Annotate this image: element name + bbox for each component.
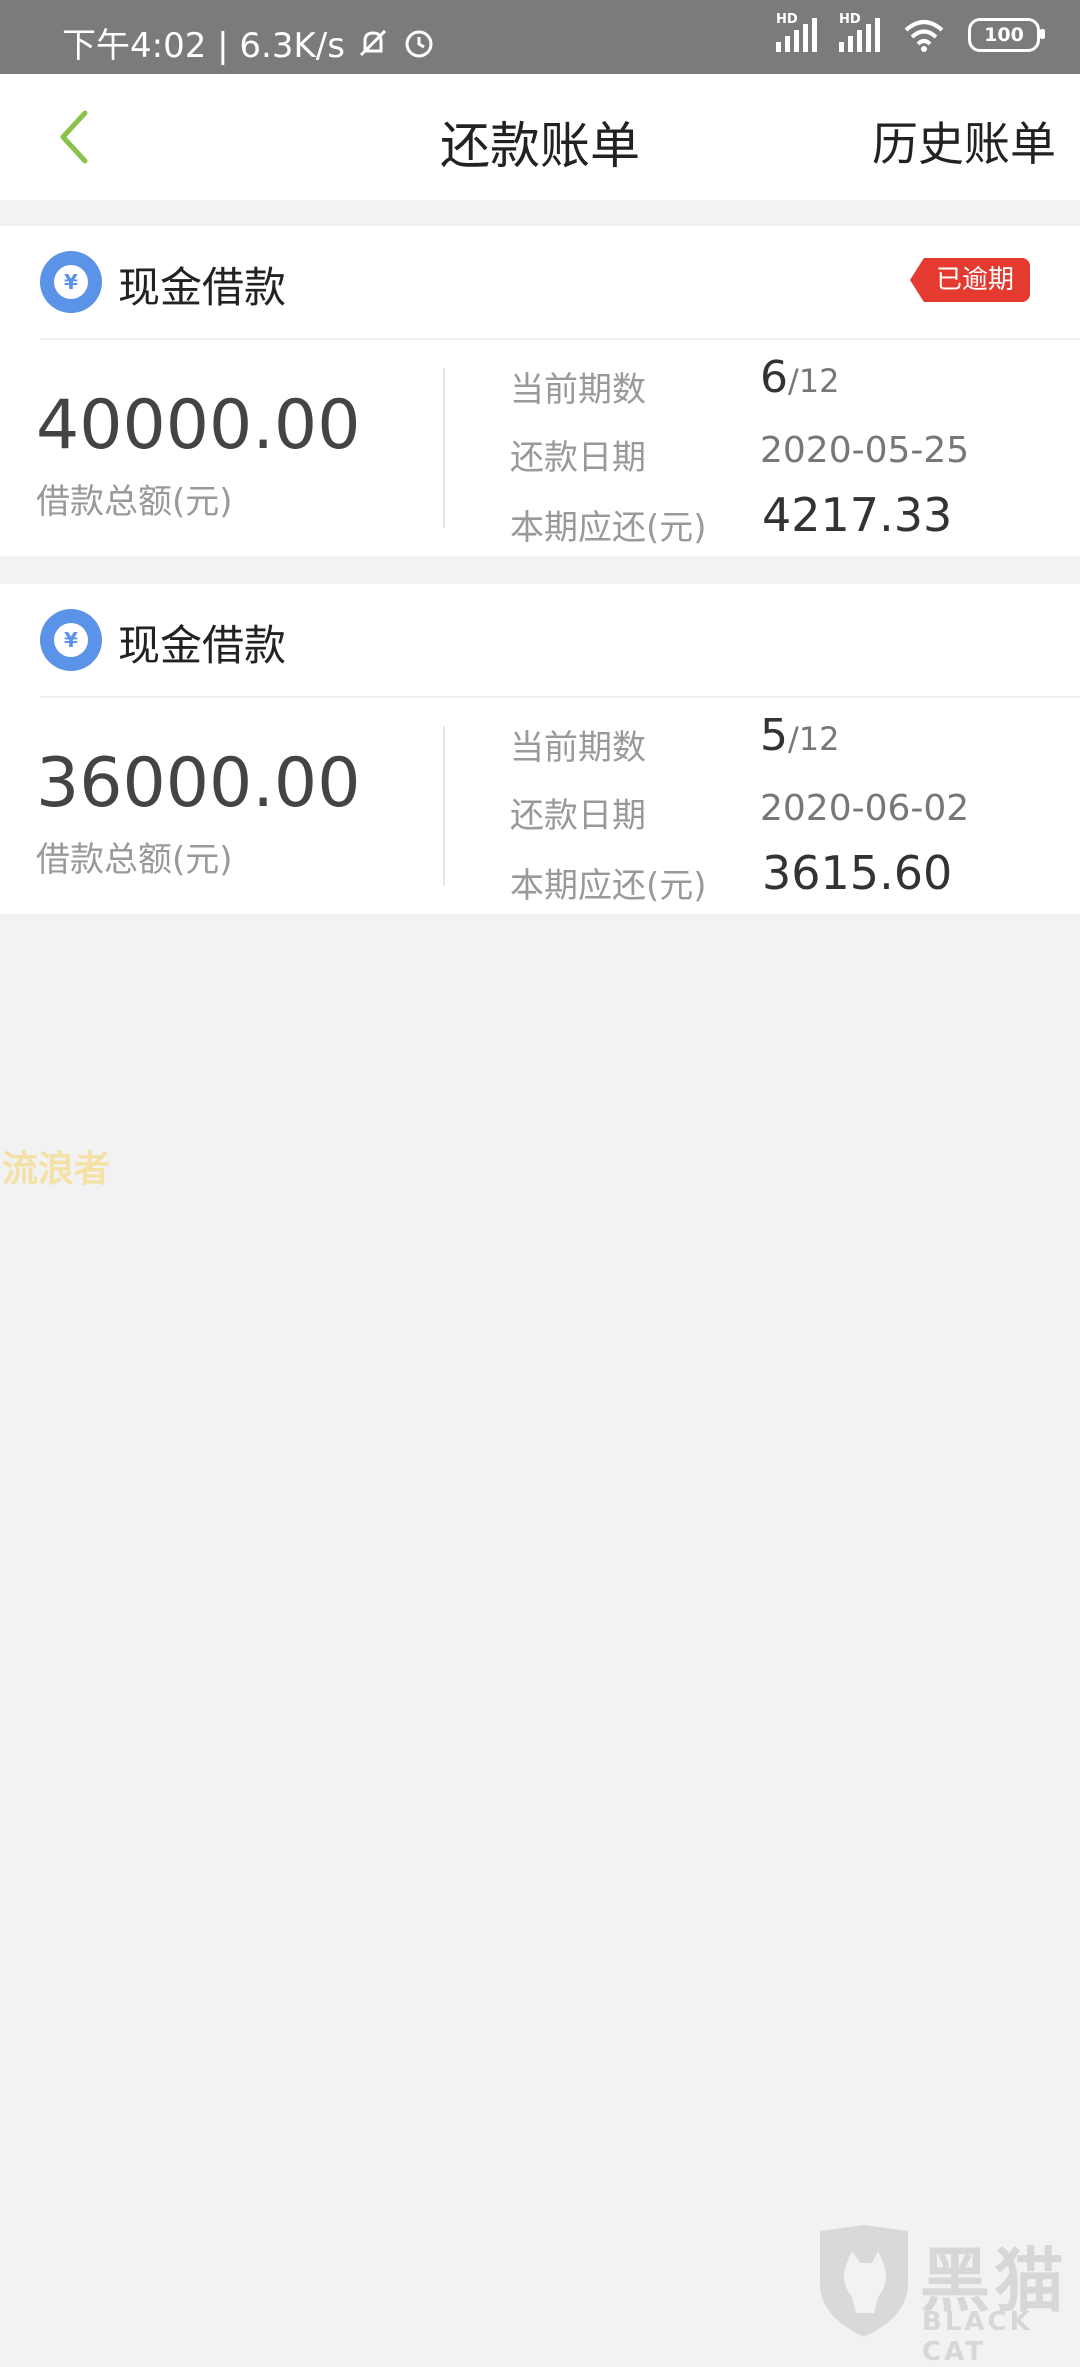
loan-amount: 40000.00	[36, 386, 361, 465]
period-label: 当前期数	[510, 728, 646, 768]
period-value: 6/12	[760, 352, 840, 403]
due-label: 本期应还(元)	[510, 866, 707, 906]
date-value: 2020-05-25	[760, 430, 970, 471]
loan-card-header: ¥ 现金借款 已逾期	[0, 226, 1080, 336]
loan-name: 现金借款	[118, 621, 287, 670]
date-label: 还款日期	[510, 796, 646, 836]
signal-2-icon: HD	[839, 12, 880, 52]
vertical-divider	[443, 368, 445, 528]
period-label: 当前期数	[510, 370, 646, 410]
period-total: /12	[788, 720, 840, 758]
card-divider	[40, 696, 1080, 698]
card-divider	[40, 338, 1080, 340]
logo-en-text: BLACK CAT	[922, 2307, 1033, 2367]
watermark-text: 流浪者	[2, 1149, 111, 1190]
loan-card[interactable]: ¥ 现金借款 36000.00 借款总额(元) 当前期数 5/12 还款日期 2…	[0, 584, 1080, 914]
loan-amount-label: 借款总额(元)	[36, 840, 233, 880]
due-label: 本期应还(元)	[510, 508, 707, 548]
period-total: /12	[788, 362, 840, 400]
loan-card-header: ¥ 现金借款	[0, 584, 1080, 694]
bell-muted-icon	[359, 29, 387, 56]
loan-card[interactable]: ¥ 现金借款 已逾期 40000.00 借款总额(元) 当前期数 6/12 还款…	[0, 226, 1080, 556]
wifi-icon	[904, 20, 944, 52]
due-value: 4217.33	[762, 488, 953, 542]
black-cat-logo: 黑猫 BLACK CAT	[810, 2225, 1080, 2367]
cat-shield-icon	[820, 2225, 908, 2337]
vertical-divider	[443, 726, 445, 886]
alarm-icon	[405, 30, 433, 57]
period-current: 5	[760, 710, 788, 761]
status-left: 下午4:02 | 6.3K/s	[62, 18, 437, 67]
yen-symbol: ¥	[54, 265, 88, 299]
loan-name: 现金借款	[118, 263, 287, 312]
battery-icon: 100	[968, 18, 1045, 52]
period-value: 5/12	[760, 710, 840, 761]
due-value: 3615.60	[762, 846, 953, 900]
status-bar: 下午4:02 | 6.3K/s HD HD 100	[0, 0, 1080, 74]
signal-1-icon: HD	[776, 12, 817, 52]
loan-amount: 36000.00	[36, 744, 361, 823]
status-time-speed: 下午4:02 | 6.3K/s	[62, 26, 345, 66]
coin-icon: ¥	[40, 609, 102, 671]
coin-icon: ¥	[40, 251, 102, 313]
date-label: 还款日期	[510, 438, 646, 478]
date-value: 2020-06-02	[760, 788, 970, 829]
yen-symbol: ¥	[54, 623, 88, 657]
history-bills-link[interactable]: 历史账单	[872, 108, 1056, 174]
overdue-badge: 已逾期	[909, 258, 1030, 302]
loan-amount-label: 借款总额(元)	[36, 482, 233, 522]
status-right: HD HD 100	[776, 12, 1045, 52]
title-bar: 还款账单 历史账单	[0, 74, 1080, 200]
period-current: 6	[760, 352, 788, 403]
